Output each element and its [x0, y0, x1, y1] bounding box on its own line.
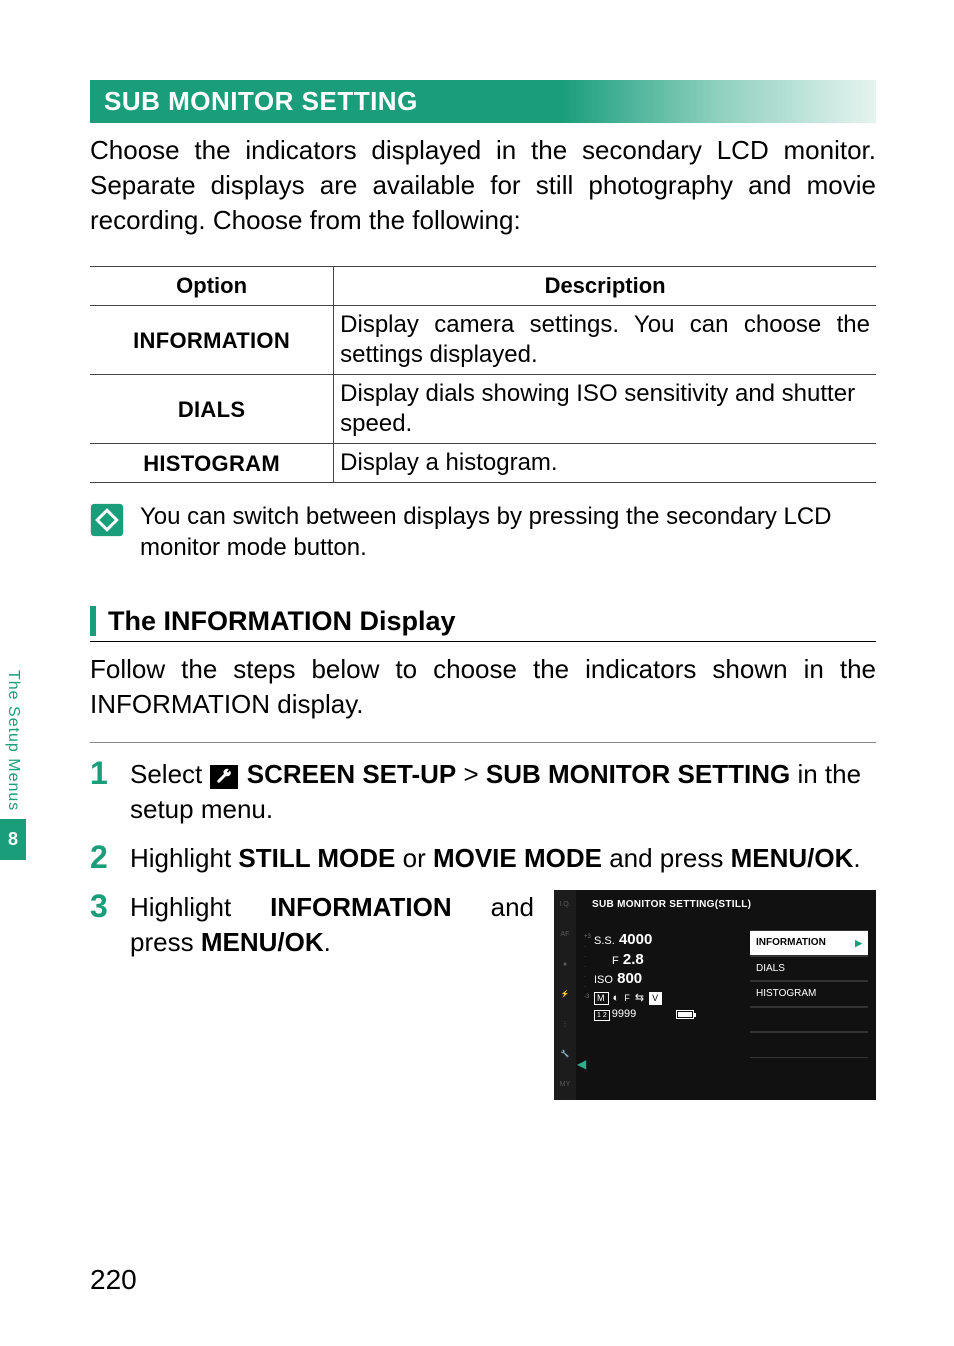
ss-label: S.S.: [594, 935, 615, 947]
cam-tab-wrench: 🔧: [561, 1050, 570, 1059]
camera-menu-histogram: HISTOGRAM: [750, 981, 868, 1007]
desc-dials: Display dials showing ISO sensitivity an…: [334, 375, 876, 444]
step3-menuok: MENU/OK: [201, 927, 324, 957]
subhead-rule: [90, 641, 876, 642]
page-number: 220: [90, 1264, 137, 1296]
intro-paragraph: Choose the indicators displayed in the s…: [90, 133, 876, 238]
battery-icon: [676, 1010, 694, 1019]
ss-value: 4000: [619, 931, 652, 948]
step2-movie: MOVIE MODE: [433, 843, 602, 873]
th-description: Description: [334, 267, 876, 306]
f-label: F: [612, 955, 619, 967]
step-number-3: 3: [90, 890, 114, 1100]
step2-or: or: [403, 843, 433, 873]
step2-dot: .: [853, 843, 860, 873]
cam-tab-mf: ●: [563, 960, 567, 969]
exposure-scale-icon: +3·····-3: [584, 934, 591, 1000]
step-3: 3 Highlight INFORMATION and press MENU/O…: [90, 890, 876, 1100]
cam-tab-iq: I.Q.: [559, 900, 570, 909]
steps-top-rule: [90, 742, 876, 743]
iso-value: 800: [617, 970, 642, 987]
step-2: 2 Highlight STILL MODE or MOVIE MODE and…: [90, 841, 876, 876]
desc-information: Display camera settings. You can choose …: [334, 306, 876, 375]
cam-tab-my: MY: [560, 1080, 571, 1089]
camera-info-preview: +3·····-3 S.S. 4000 F 2.8 ISO 800 M ◐ F …: [594, 930, 734, 1022]
camera-menu-blank-1: [750, 1007, 868, 1033]
step1-sub-monitor: SUB MONITOR SETTING: [486, 759, 790, 789]
section-header: SUB MONITOR SETTING: [90, 80, 876, 123]
side-chapter-number: 8: [0, 819, 26, 860]
side-tab: The Setup Menus 8: [0, 670, 26, 860]
camera-mode-icons: M ◐ F ⇆ V: [594, 991, 734, 1006]
cam-tab-af: AF: [561, 930, 570, 939]
step1-screen-setup: SCREEN SET-UP: [247, 759, 457, 789]
step2-menuok: MENU/OK: [731, 843, 854, 873]
camera-screenshot: I.Q. AF ● ⚡ ⋮ 🔧 MY ◀ SUB MONITOR SETTING…: [554, 890, 876, 1100]
camera-menu-information: INFORMATION ▶: [750, 930, 868, 956]
cam-left-arrow-icon: ◀: [577, 1056, 586, 1072]
shots-remaining: 9999: [612, 1008, 636, 1020]
wrench-icon: [210, 765, 238, 789]
chevron-right-icon: ▶: [855, 937, 862, 949]
options-table: Option Description INFORMATION Display c…: [90, 266, 876, 483]
sd-icon: 1 2: [594, 1010, 610, 1021]
cam-tab-set: ⋮: [562, 1020, 569, 1029]
camera-menu-dials: DIALS: [750, 956, 868, 982]
step-number-1: 1: [90, 757, 114, 827]
subhead-accent-bar: [90, 606, 96, 636]
step1-gt: >: [463, 759, 485, 789]
camera-side-tabs: I.Q. AF ● ⚡ ⋮ 🔧 MY: [554, 890, 576, 1100]
follow-text: Follow the steps below to choose the ind…: [90, 652, 876, 722]
camera-title: SUB MONITOR SETTING(STILL): [592, 898, 751, 912]
option-dials: DIALS: [90, 375, 334, 444]
side-section-label: The Setup Menus: [4, 670, 22, 819]
iso-label: ISO: [594, 974, 613, 986]
step3-dot: .: [324, 927, 331, 957]
note-text: You can switch between displays by press…: [140, 501, 876, 563]
th-option: Option: [90, 267, 334, 306]
step2-press: and press: [609, 843, 730, 873]
desc-histogram: Display a histogram.: [334, 444, 876, 483]
step3-a: Highlight: [130, 892, 270, 922]
step-number-2: 2: [90, 841, 114, 876]
step2-still: STILL MODE: [238, 843, 395, 873]
camera-menu-list: INFORMATION ▶ DIALS HISTOGRAM: [750, 930, 868, 1058]
f-value: 2.8: [623, 951, 644, 968]
camera-menu-information-label: INFORMATION: [756, 936, 826, 950]
option-information: INFORMATION: [90, 306, 334, 375]
camera-menu-blank-2: [750, 1032, 868, 1058]
step3-information: INFORMATION: [270, 892, 452, 922]
step1-part-a: Select: [130, 759, 210, 789]
note-icon: [90, 503, 124, 537]
subheading: The INFORMATION Display: [108, 606, 456, 637]
cam-tab-flash: ⚡: [561, 990, 570, 999]
step2-a: Highlight: [130, 843, 238, 873]
step-1: 1 Select SCREEN SET-UP > SUB MONITOR SET…: [90, 757, 876, 827]
option-histogram: HISTOGRAM: [90, 444, 334, 483]
